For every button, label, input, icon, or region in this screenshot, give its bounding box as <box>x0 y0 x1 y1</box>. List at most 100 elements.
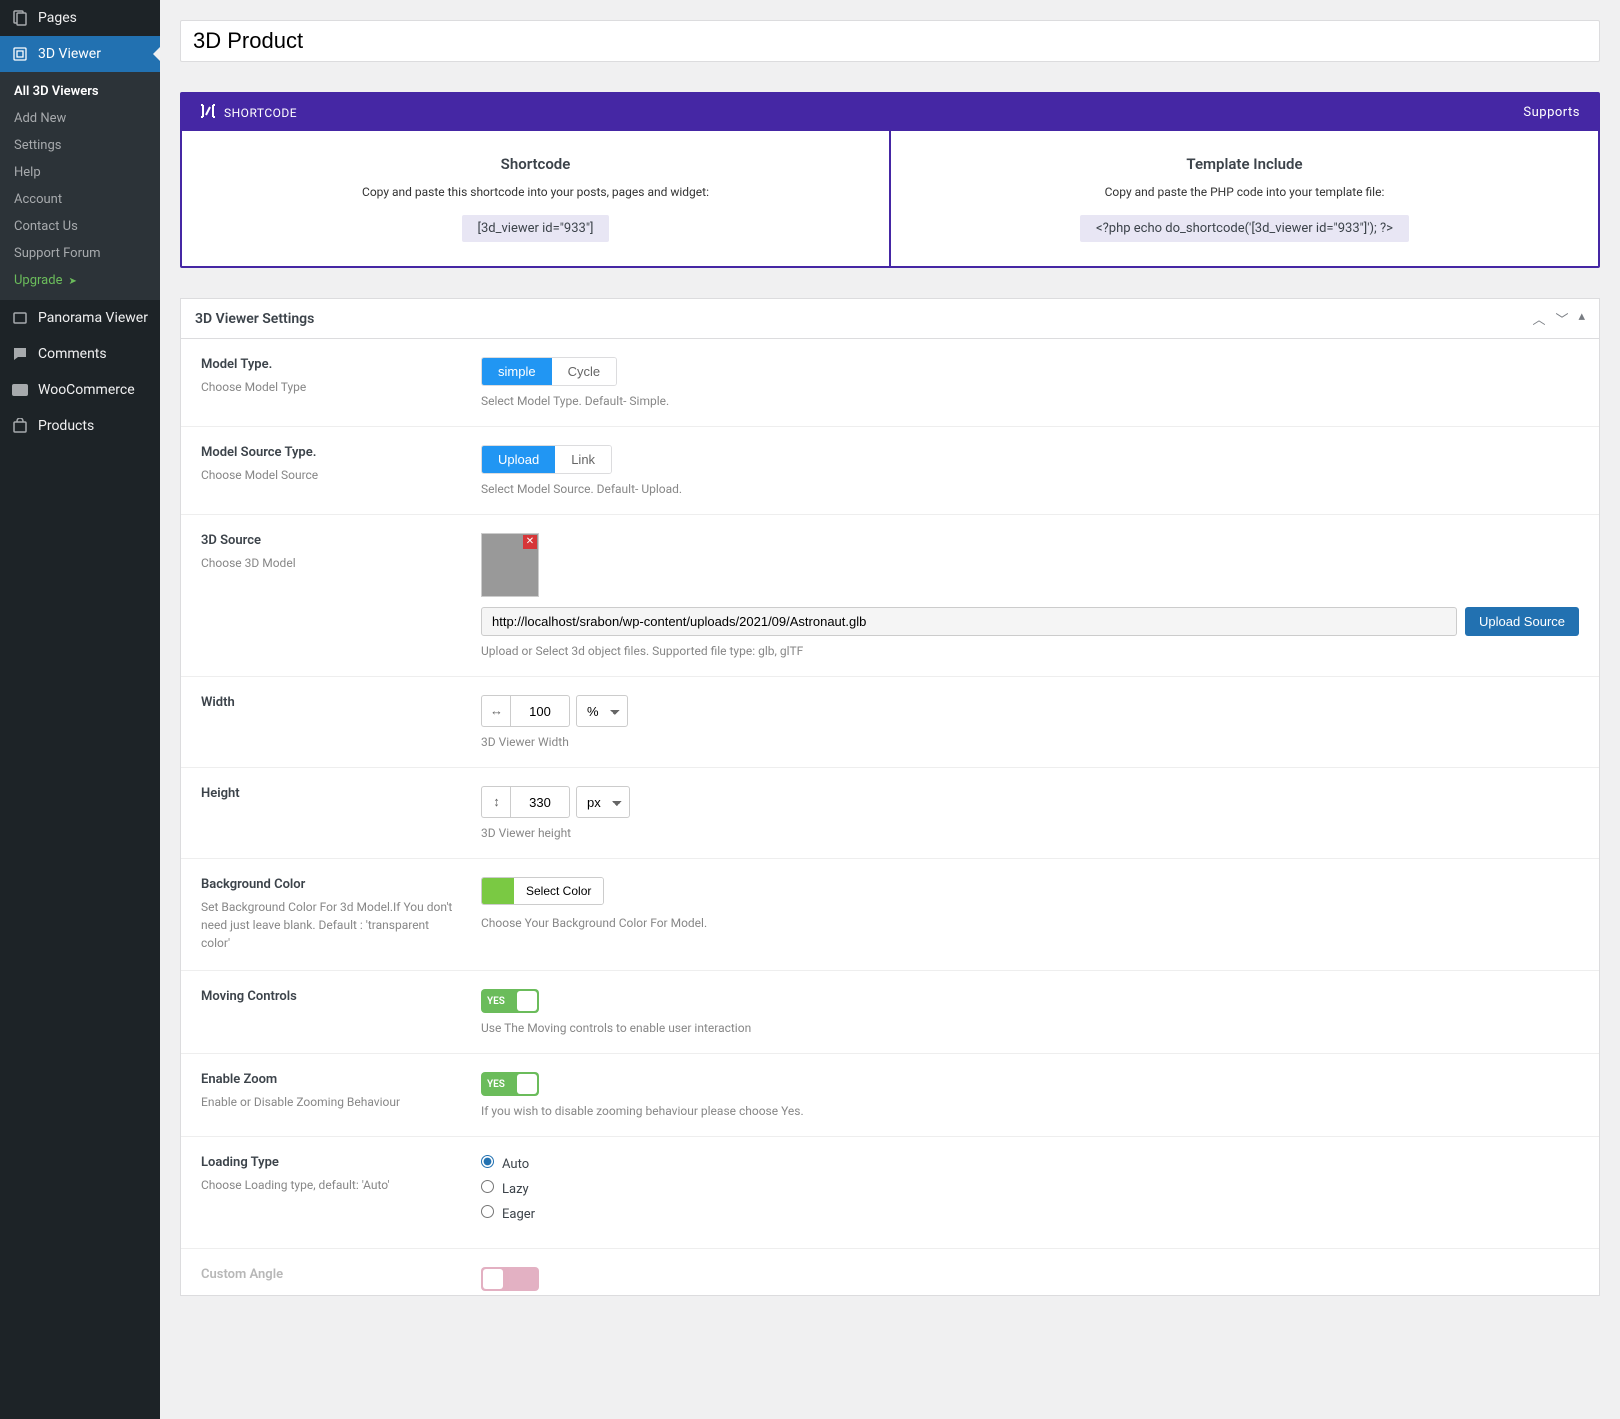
help-source-type: Select Model Source. Default- Upload. <box>481 482 1579 496</box>
menu-item-products[interactable]: Products <box>0 408 160 444</box>
height-icon: ↕ <box>481 786 511 818</box>
shortcode-code[interactable]: [3d_viewer id="933"] <box>462 215 610 242</box>
help-moving: Use The Moving controls to enable user i… <box>481 1021 1579 1035</box>
shortcode-desc: Copy and paste this shortcode into your … <box>202 185 869 199</box>
submenu-3d-viewer: All 3D Viewers Add New Settings Help Acc… <box>0 72 160 300</box>
help-height: 3D Viewer height <box>481 826 1579 840</box>
switch-knob <box>517 1074 537 1094</box>
template-include-column: Template Include Copy and paste the PHP … <box>891 131 1598 266</box>
template-desc: Copy and paste the PHP code into your te… <box>911 185 1578 199</box>
loading-type-radios: Auto Lazy Eager <box>481 1155 1579 1222</box>
template-code[interactable]: <?php echo do_shortcode('[3d_viewer id="… <box>1080 215 1409 242</box>
field-3d-source: 3D Source Choose 3D Model ✕ Upload Sourc… <box>181 515 1599 677</box>
supports-link[interactable]: Supports <box>1523 105 1580 120</box>
label-source-type: Model Source Type. <box>201 445 461 460</box>
menu-item-panorama[interactable]: Panorama Viewer <box>0 300 160 336</box>
pages-icon <box>10 8 30 28</box>
label-3d-source: 3D Source <box>201 533 461 548</box>
menu-label: 3D Viewer <box>38 46 101 62</box>
switch-knob <box>483 1269 503 1289</box>
menu-item-pages[interactable]: Pages <box>0 0 160 36</box>
help-zoom: If you wish to disable zooming behaviour… <box>481 1104 1579 1118</box>
template-title: Template Include <box>911 155 1578 173</box>
field-custom-angle: Custom Angle <box>181 1249 1599 1295</box>
moving-controls-switch[interactable]: YES <box>481 989 539 1013</box>
label-height: Height <box>201 786 461 801</box>
comments-icon <box>10 344 30 364</box>
panel-header: 3D Viewer Settings ︿ ﹀ ▴ <box>181 299 1599 339</box>
panel-title: 3D Viewer Settings <box>195 311 314 327</box>
field-model-source-type: Model Source Type. Choose Model Source U… <box>181 427 1599 515</box>
label-moving: Moving Controls <box>201 989 461 1004</box>
menu-label: Panorama Viewer <box>38 310 148 326</box>
field-height: Height ↕ px 3D Viewer height <box>181 768 1599 859</box>
custom-angle-switch[interactable] <box>481 1267 539 1291</box>
radio-lazy[interactable]: Lazy <box>481 1180 1579 1197</box>
radio-auto[interactable]: Auto <box>481 1155 1579 1172</box>
code-icon <box>200 104 216 121</box>
menu-label: Products <box>38 418 94 434</box>
width-unit-select[interactable]: % <box>576 695 628 727</box>
source-type-upload[interactable]: Upload <box>482 446 555 473</box>
color-picker[interactable]: Select Color <box>481 877 604 905</box>
model-preview-thumb[interactable]: ✕ <box>481 533 539 597</box>
panorama-icon <box>10 308 30 328</box>
source-type-link[interactable]: Link <box>555 446 611 473</box>
radio-eager[interactable]: Eager <box>481 1205 1579 1222</box>
admin-sidebar: Pages 3D Viewer All 3D Viewers Add New S… <box>0 0 160 1419</box>
submenu-contact-us[interactable]: Contact Us <box>0 213 160 240</box>
submenu-help[interactable]: Help <box>0 159 160 186</box>
field-model-type: Model Type. Choose Model Type simple Cyc… <box>181 339 1599 427</box>
settings-panel: 3D Viewer Settings ︿ ﹀ ▴ Model Type. Cho… <box>180 298 1600 1296</box>
products-icon <box>10 416 30 436</box>
chevron-up-icon[interactable]: ︿ <box>1532 309 1545 328</box>
height-unit-select[interactable]: px <box>576 786 630 818</box>
triangle-up-icon[interactable]: ▴ <box>1578 309 1585 328</box>
color-swatch <box>482 878 514 904</box>
source-url-input[interactable] <box>481 607 1457 636</box>
menu-item-3d-viewer[interactable]: 3D Viewer <box>0 36 160 72</box>
model-type-cycle[interactable]: Cycle <box>552 358 617 385</box>
menu-item-woocommerce[interactable]: WooCommerce <box>0 372 160 408</box>
submenu-upgrade[interactable]: Upgrade➤ <box>0 267 160 294</box>
help-model-type: Select Model Type. Default- Simple. <box>481 394 1579 408</box>
post-title-input[interactable] <box>180 20 1600 62</box>
menu-label: Pages <box>38 10 77 26</box>
width-icon: ↔ <box>481 695 511 727</box>
label-width: Width <box>201 695 461 710</box>
label-zoom: Enable Zoom <box>201 1072 461 1087</box>
enable-zoom-switch[interactable]: YES <box>481 1072 539 1096</box>
field-width: Width ↔ % 3D Viewer Width <box>181 677 1599 768</box>
submenu-account[interactable]: Account <box>0 186 160 213</box>
desc-bg-color: Set Background Color For 3d Model.If You… <box>201 900 452 950</box>
menu-item-comments[interactable]: Comments <box>0 336 160 372</box>
shortcode-header-label: SHORTCODE <box>224 106 297 120</box>
cube-icon <box>10 44 30 64</box>
model-type-toggle: simple Cycle <box>481 357 617 386</box>
select-color-button[interactable]: Select Color <box>514 878 603 904</box>
submenu-settings[interactable]: Settings <box>0 132 160 159</box>
width-input[interactable] <box>510 695 570 727</box>
help-bg-color: Choose Your Background Color For Model. <box>481 916 1579 930</box>
submenu-add-new[interactable]: Add New <box>0 105 160 132</box>
desc-zoom: Enable or Disable Zooming Behaviour <box>201 1095 400 1109</box>
submenu-support-forum[interactable]: Support Forum <box>0 240 160 267</box>
height-input[interactable] <box>510 786 570 818</box>
label-custom-angle: Custom Angle <box>201 1267 461 1282</box>
chevron-down-icon[interactable]: ﹀ <box>1555 309 1568 328</box>
remove-model-icon[interactable]: ✕ <box>523 535 537 549</box>
shortcode-panel: SHORTCODE Supports Shortcode Copy and pa… <box>180 92 1600 268</box>
desc-3d-source: Choose 3D Model <box>201 556 296 570</box>
source-type-toggle: Upload Link <box>481 445 612 474</box>
woocommerce-icon <box>10 380 30 400</box>
submenu-all-viewers[interactable]: All 3D Viewers <box>0 78 160 105</box>
upload-source-button[interactable]: Upload Source <box>1465 607 1579 636</box>
label-loading: Loading Type <box>201 1155 461 1170</box>
field-loading-type: Loading Type Choose Loading type, defaul… <box>181 1137 1599 1249</box>
model-type-simple[interactable]: simple <box>482 358 552 385</box>
shortcode-column: Shortcode Copy and paste this shortcode … <box>182 131 891 266</box>
label-bg-color: Background Color <box>201 877 461 892</box>
desc-source-type: Choose Model Source <box>201 468 318 482</box>
label-model-type: Model Type. <box>201 357 461 372</box>
arrow-right-icon: ➤ <box>68 276 76 287</box>
